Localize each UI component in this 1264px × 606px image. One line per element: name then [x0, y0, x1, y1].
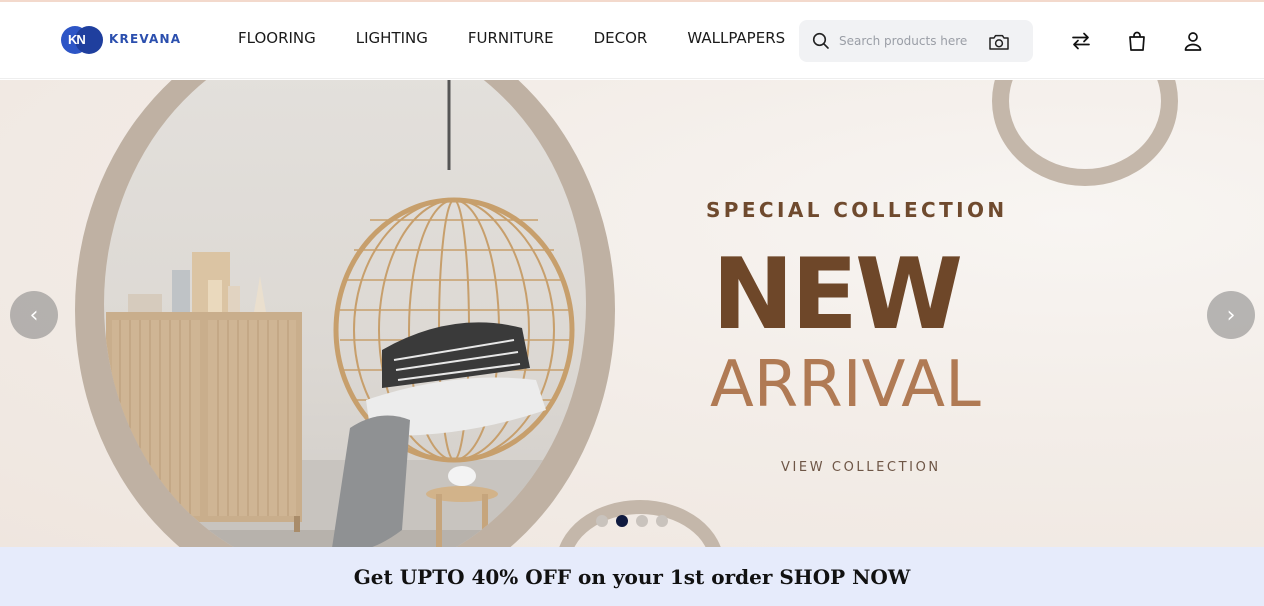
main-nav: FLOORING LIGHTING FURNITURE DECOR WALLPA…: [238, 29, 785, 47]
nav-item-lighting[interactable]: LIGHTING: [356, 29, 428, 47]
shopping-bag-icon[interactable]: [1126, 30, 1148, 52]
camera-icon[interactable]: [988, 33, 1010, 51]
carousel-dot-4[interactable]: [656, 515, 668, 527]
nav-item-wallpapers[interactable]: WALLPAPERS: [687, 29, 785, 47]
search-input[interactable]: [839, 31, 979, 51]
promo-banner[interactable]: Get UPTO 40% OFF on your 1st order SHOP …: [0, 547, 1264, 606]
hanging-chair-illustration: [104, 80, 586, 547]
carousel-prev-button[interactable]: ‹: [10, 291, 58, 339]
search-box: [799, 20, 1033, 62]
hero-banner: ‹ › SPECIAL COLLECTION NEW ARRIVAL VIEW …: [0, 80, 1264, 547]
chevron-right-icon: ›: [1226, 302, 1236, 328]
hero-headline: NEW: [712, 238, 963, 352]
brand-logo[interactable]: KN KREVANA: [61, 24, 181, 54]
view-collection-link[interactable]: VIEW COLLECTION: [781, 460, 941, 475]
carousel-dots: [596, 515, 668, 527]
logo-monogram: KN: [61, 24, 105, 54]
chevron-left-icon: ‹: [29, 302, 39, 328]
site-header: KN KREVANA FLOORING LIGHTING FURNITURE D…: [0, 2, 1264, 79]
nav-item-flooring[interactable]: FLOORING: [238, 29, 316, 47]
carousel-next-button[interactable]: ›: [1207, 291, 1255, 339]
carousel-dot-3[interactable]: [636, 515, 648, 527]
hero-subheadline: ARRIVAL: [710, 348, 981, 422]
carousel-dot-2[interactable]: [616, 515, 628, 527]
carousel-dot-1[interactable]: [596, 515, 608, 527]
nav-item-furniture[interactable]: FURNITURE: [468, 29, 554, 47]
promo-text: Get UPTO 40% OFF on your 1st order SHOP …: [353, 564, 911, 589]
nav-item-decor[interactable]: DECOR: [594, 29, 648, 47]
search-icon[interactable]: [812, 32, 830, 50]
hero-photo: [104, 80, 586, 547]
user-icon[interactable]: [1182, 30, 1204, 52]
hero-eyebrow: SPECIAL COLLECTION: [706, 198, 1008, 222]
brand-name: KREVANA: [109, 32, 182, 46]
compare-arrows-icon[interactable]: [1070, 30, 1092, 52]
